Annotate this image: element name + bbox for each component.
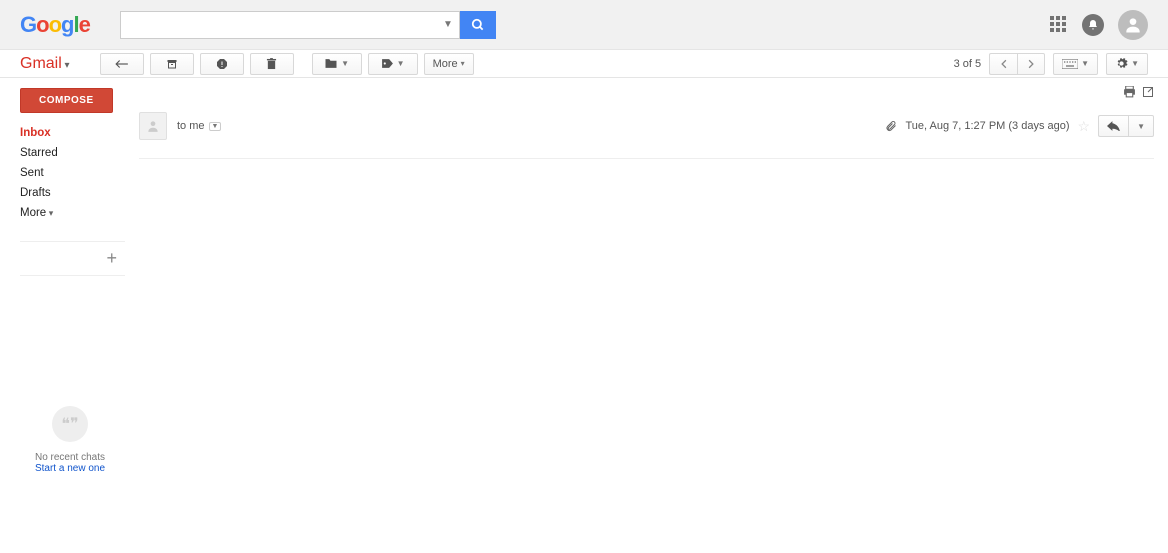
pagination-counter: 3 of 5 (954, 58, 982, 70)
start-new-chat-link[interactable]: Start a new one (20, 463, 120, 474)
message-row: to me ▼ Tue, Aug 7, 1:27 PM (3 days ago)… (139, 106, 1154, 159)
chevron-right-icon (1027, 59, 1035, 69)
keyboard-icon (1062, 59, 1078, 69)
main-layout: COMPOSE Inbox Starred Sent Drafts More +… (0, 78, 1168, 474)
labels-button[interactable]: ▼ (368, 53, 418, 75)
toolbar: ▼ ▼ More▾ (100, 53, 474, 75)
notifications-icon[interactable] (1082, 14, 1104, 36)
newer-button[interactable] (989, 53, 1017, 75)
tag-icon (381, 58, 394, 69)
message-panel: to me ▼ Tue, Aug 7, 1:27 PM (3 days ago)… (125, 78, 1168, 474)
back-icon (115, 59, 129, 69)
folder-list: Inbox Starred Sent Drafts More (20, 123, 125, 223)
message-timestamp: Tue, Aug 7, 1:27 PM (3 days ago) (905, 120, 1069, 132)
sidebar-item-drafts[interactable]: Drafts (20, 183, 125, 203)
search-input-wrap: ▼ (120, 11, 460, 39)
open-new-window-icon[interactable] (1142, 86, 1154, 98)
new-chat-row: + (20, 241, 125, 276)
sender-avatar[interactable] (139, 112, 167, 140)
compose-button[interactable]: COMPOSE (20, 88, 113, 113)
recipient-line: to me ▼ (177, 120, 221, 132)
search-box: ▼ (120, 11, 496, 39)
input-tools-button[interactable]: ▼ (1053, 53, 1098, 75)
reply-button[interactable] (1098, 115, 1128, 137)
trash-icon (266, 58, 277, 70)
search-input[interactable] (127, 14, 420, 36)
sidebar-item-starred[interactable]: Starred (20, 143, 125, 163)
gmail-dropdown[interactable]: Gmail (20, 55, 70, 73)
delete-button[interactable] (250, 53, 294, 75)
star-icon[interactable]: ☆ (1078, 118, 1091, 135)
attachment-icon (885, 120, 897, 132)
sidebar-item-sent[interactable]: Sent (20, 163, 125, 183)
gear-icon (1115, 57, 1128, 70)
top-right (1050, 10, 1148, 40)
chevron-left-icon (1000, 59, 1008, 69)
sidebar-item-more[interactable]: More (20, 203, 125, 223)
reply-icon (1107, 121, 1120, 131)
top-bar: Google ▼ (0, 0, 1168, 50)
action-bar: Gmail ▼ ▼ More▾ 3 of 5 (0, 50, 1168, 78)
folder-icon (324, 58, 338, 69)
reply-more-button[interactable]: ▼ (1128, 115, 1154, 137)
no-recent-chats-label: No recent chats (20, 452, 120, 463)
account-avatar[interactable] (1118, 10, 1148, 40)
to-me-label: to me (177, 120, 205, 132)
show-details-icon[interactable]: ▼ (209, 122, 222, 131)
sidebar: COMPOSE Inbox Starred Sent Drafts More +… (0, 78, 125, 474)
move-to-button[interactable]: ▼ (312, 53, 362, 75)
search-options-dropdown-icon[interactable]: ▼ (443, 19, 453, 30)
message-meta: Tue, Aug 7, 1:27 PM (3 days ago) ☆ ▼ (885, 115, 1154, 137)
spam-icon (216, 58, 228, 70)
toolbar-right: 3 of 5 ▼ ▼ (954, 53, 1148, 75)
apps-icon[interactable] (1050, 16, 1068, 34)
archive-button[interactable] (150, 53, 194, 75)
hangouts-icon: ❝❞ (52, 406, 88, 442)
sidebar-item-inbox[interactable]: Inbox (20, 123, 125, 143)
more-button[interactable]: More▾ (424, 53, 474, 75)
search-icon (471, 18, 485, 32)
search-button[interactable] (460, 11, 496, 39)
older-button[interactable] (1017, 53, 1045, 75)
google-logo[interactable]: Google (20, 12, 90, 38)
message-header-actions (139, 78, 1154, 106)
back-button[interactable] (100, 53, 144, 75)
archive-icon (166, 58, 178, 70)
print-icon[interactable] (1123, 86, 1136, 98)
new-chat-button[interactable]: + (106, 248, 117, 269)
hangouts-area: ❝❞ No recent chats Start a new one (20, 406, 120, 474)
report-spam-button[interactable] (200, 53, 244, 75)
settings-button[interactable]: ▼ (1106, 53, 1148, 75)
